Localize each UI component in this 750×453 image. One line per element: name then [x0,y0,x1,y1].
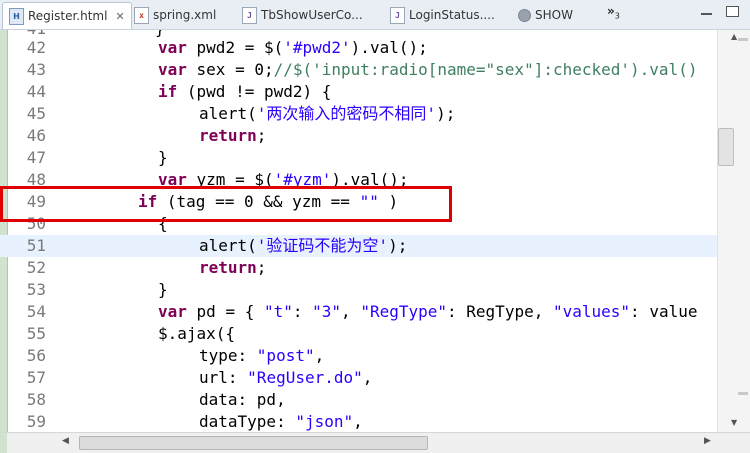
tab-label: SHOW [535,8,573,22]
line-number: 46 [26,126,46,145]
code-text: if (pwd != pwd2) { [158,82,332,101]
globe-icon [518,8,531,22]
line-number: 42 [26,38,46,57]
code-text: var sex = 0;//$('input:radio[name="sex"]… [158,60,698,79]
code-text: var pwd2 = $('#pwd2').val(); [158,38,428,57]
code-text: var pd = { "t": "3", "RegType": RegType,… [158,302,698,321]
tab-register-html[interactable]: H Register.html ✕ [2,2,132,29]
vertical-scroll-thumb[interactable] [718,128,734,166]
tab-spring-xml[interactable]: x spring.xml [134,3,216,27]
code-line: 58 data: pd, [0,389,717,411]
code-text: url: "RegUser.do", [199,368,373,387]
code-line: 57 url: "RegUser.do", [0,367,717,389]
code-line: 45 alert('两次输入的密码不相同'); [0,103,717,125]
line-number: 47 [26,148,46,167]
overview-ruler-mark[interactable] [738,38,748,41]
tab-overflow-button[interactable]: »3 [607,4,620,20]
line-number: 54 [26,302,46,321]
line-number: 43 [26,60,46,79]
code-text: dataType: "json", [199,412,363,431]
code-text: alert('两次输入的密码不相同'); [199,104,456,123]
code-line: 59 dataType: "json", [0,411,717,433]
horizontal-scrollbar[interactable]: ◀ ▶ [0,432,750,453]
line-number: 58 [26,390,46,409]
scroll-up-icon[interactable]: ▲ [731,32,737,41]
horizontal-scroll-thumb[interactable] [79,436,428,450]
code-text: return; [199,126,267,145]
tab-show[interactable]: SHOW [518,3,573,27]
line-number: 55 [26,324,46,343]
code-text: alert('验证码不能为空'); [199,236,408,255]
line-number: 53 [26,280,46,299]
html-file-icon: H [9,7,24,25]
maximize-button[interactable] [726,6,739,17]
code-line: 52 return; [0,257,717,279]
line-number: 57 [26,368,46,387]
minimize-button[interactable] [701,10,712,15]
code-line: 47 } [0,147,717,169]
code-line: 43 var sex = 0;//$('input:radio[name="se… [0,59,717,81]
tab-label: TbShowUserCo... [261,8,363,22]
line-number: 56 [26,346,46,365]
vertical-scrollbar[interactable]: ▲ ▼ [717,30,750,434]
scroll-down-icon[interactable]: ▼ [731,418,737,427]
tab-tbshowuserco[interactable]: J TbShowUserCo... [242,3,363,27]
code-editor[interactable]: 41 } 42 var pwd2 = $('#pwd2').val(); 43 … [0,30,750,434]
code-line: 46 return; [0,125,717,147]
tab-loginstatus[interactable]: J LoginStatus.... [390,3,495,27]
xml-file-icon: x [134,6,149,24]
highlight-annotation-box [0,186,452,222]
line-number: 52 [26,258,46,277]
java-file-icon: J [390,6,405,24]
code-text: type: "post", [199,346,325,365]
code-line: 55 $.ajax({ [0,323,717,345]
line-number: 59 [26,412,46,431]
tab-label: LoginStatus.... [409,8,495,22]
overview-ruler-mark[interactable] [738,392,748,395]
code-line: 44 if (pwd != pwd2) { [0,81,717,103]
tab-label: Register.html [28,9,108,23]
change-ruler [0,433,7,453]
java-file-icon: J [242,6,257,24]
code-line: 42 var pwd2 = $('#pwd2').val(); [0,37,717,59]
close-icon[interactable]: ✕ [115,10,124,23]
tab-label: spring.xml [153,8,217,22]
code-text: data: pd, [199,390,286,409]
line-number: 44 [26,82,46,101]
line-number: 45 [26,104,46,123]
scroll-right-icon[interactable]: ▶ [704,436,711,446]
scroll-left-icon[interactable]: ◀ [62,436,69,446]
line-number: 51 [26,236,46,255]
editor-tab-bar: H Register.html ✕ x spring.xml J TbShowU… [0,0,750,30]
code-line: 54 var pd = { "t": "3", "RegType": RegTy… [0,301,717,323]
code-text: return; [199,258,267,277]
current-code-line: 51 alert('验证码不能为空'); [0,235,717,257]
code-text: $.ajax({ [158,324,236,343]
code-text: } [158,280,168,299]
code-line: 53 } [0,279,717,301]
code-text: } [158,148,168,167]
code-line: 56 type: "post", [0,345,717,367]
